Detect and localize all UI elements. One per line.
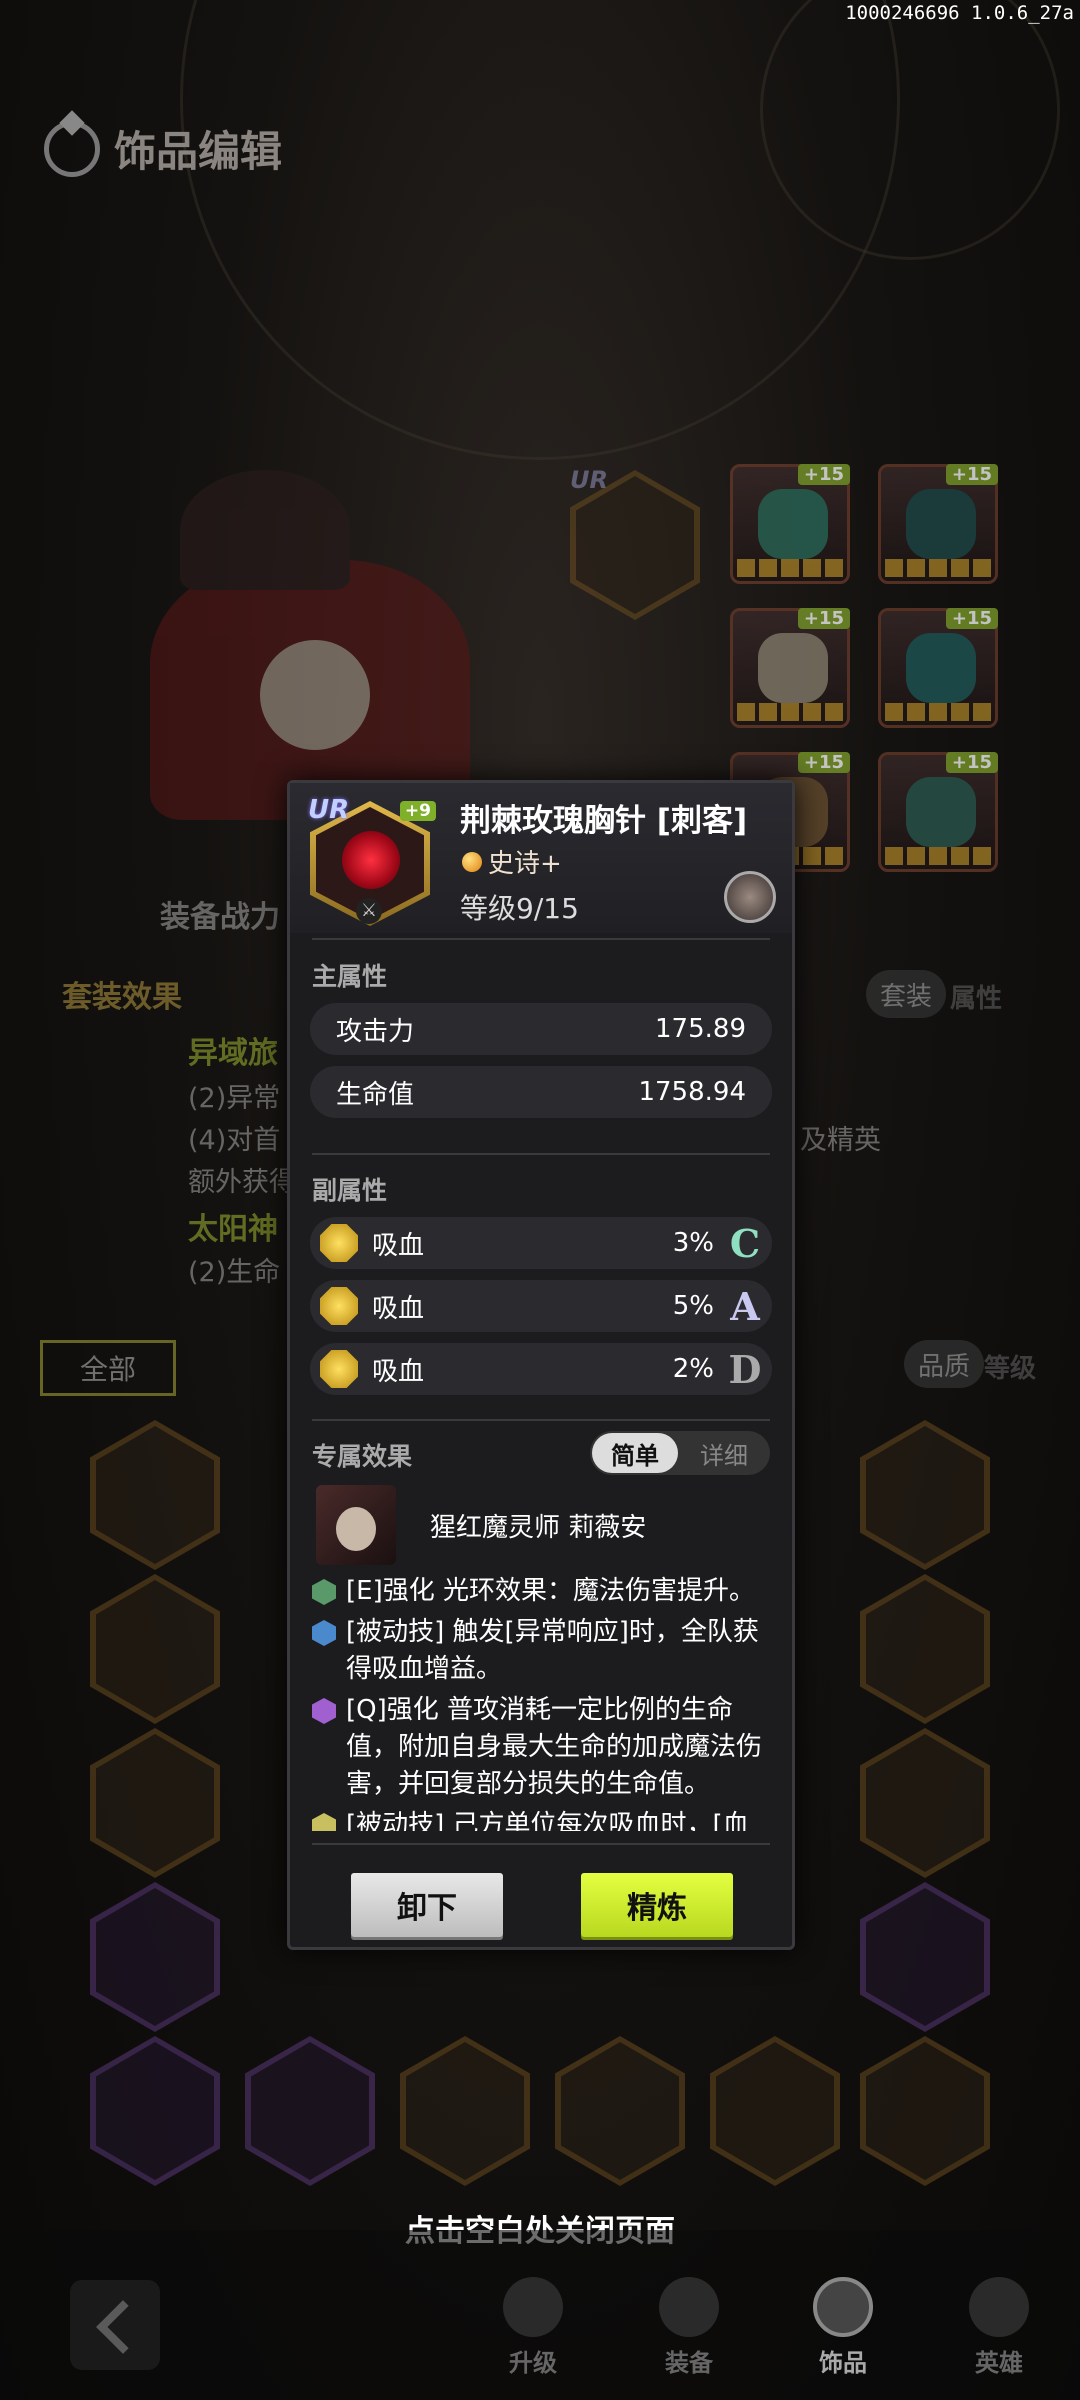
equip-slot-armor[interactable]: +15	[730, 608, 850, 728]
set-effect-label: 套装效果	[62, 980, 182, 1015]
effect-item: [E]强化 光环效果：魔法伤害提升。	[312, 1573, 770, 1610]
rose-icon	[342, 831, 400, 889]
main-attr-title: 主属性	[312, 962, 388, 991]
purple-hex-icon	[312, 1698, 336, 1724]
nav-equip[interactable]: 装备	[634, 2277, 744, 2378]
equip-slot-gloves[interactable]: +15	[878, 608, 998, 728]
nav-upgrade[interactable]: 升级	[478, 2277, 588, 2378]
set-name-1: 异域旅	[188, 1036, 278, 1071]
item-level: 等级9/15	[460, 892, 579, 925]
rarity-gem-icon	[462, 851, 482, 872]
equip-slot-boots[interactable]: +15	[878, 752, 998, 872]
refine-button[interactable]: 精炼	[581, 1873, 733, 1937]
sub-attr-row: 吸血 3% C	[310, 1217, 772, 1269]
hero-icon	[969, 2277, 1029, 2337]
set-line-extra: 额外获得	[188, 1167, 296, 1198]
set-line-2b: (2)生命	[188, 1257, 281, 1288]
divider	[312, 1153, 770, 1155]
set-name-2: 太阳神	[188, 1212, 278, 1247]
item-icon: UR +9 ⚔	[308, 795, 436, 926]
item-detail-popup: UR +9 ⚔ 荆棘玫瑰胸针 [刺客] 史诗+ 等级9/15 主属性 攻击力 17…	[287, 780, 795, 1950]
exclusive-title: 专属效果	[312, 1442, 413, 1471]
effect-item: [被动技] 触发[异常响应]时，全队获得吸血增益。	[312, 1614, 770, 1688]
owner-avatar[interactable]	[724, 871, 776, 923]
set-line-4: (4)对首	[188, 1125, 281, 1156]
set-line-2: (2)异常	[188, 1083, 281, 1114]
lifesteal-icon	[320, 1350, 358, 1388]
nav-hero[interactable]: 英雄	[944, 2277, 1054, 2378]
divider	[312, 1419, 770, 1421]
equip-slot-weapon[interactable]: +15	[730, 464, 850, 584]
yellow-hex-icon	[312, 1813, 336, 1831]
upgrade-icon	[503, 2277, 563, 2337]
enhance-level-badge: +9	[399, 801, 436, 821]
sub-attr-title: 副属性	[312, 1176, 388, 1205]
hero-name: 猩红魔灵师 莉薇安	[430, 1513, 647, 1543]
lifesteal-icon	[320, 1287, 358, 1325]
sort-quality[interactable]: 品质	[904, 1340, 985, 1388]
crossed-swords-icon: ⚔	[356, 898, 382, 924]
detail-toggle[interactable]: 简单 详细	[590, 1431, 770, 1475]
grade-label: A	[730, 1283, 760, 1329]
filter-all-tab[interactable]: 全部	[40, 1340, 176, 1396]
nav-accessory[interactable]: 饰品	[788, 2277, 898, 2378]
ring-icon	[813, 2277, 873, 2337]
page-title: 饰品编辑	[114, 127, 283, 176]
divider	[312, 1843, 770, 1845]
effect-item: [被动技] 己方单位每次吸血时，[血	[312, 1807, 770, 1831]
rarity-label: 史诗+	[462, 843, 562, 880]
effect-item: [Q]强化 普攻消耗一定比例的生命值，附加自身最大生命的加成魔法伤害，并回复部分…	[312, 1692, 770, 1803]
main-attr-row: 生命值 1758.94	[310, 1066, 772, 1118]
item-name: 荆棘玫瑰胸针 [刺客]	[460, 803, 748, 839]
grade-label: D	[728, 1346, 762, 1392]
page-header: 饰品编辑	[44, 118, 282, 179]
back-arrow-icon[interactable]	[70, 2280, 160, 2370]
lifesteal-icon	[320, 1224, 358, 1262]
sub-attr-row: 吸血 2% D	[310, 1343, 772, 1395]
set-toggle[interactable]: 套装	[866, 970, 947, 1018]
version-label: 1000246696 1.0.6_27a	[845, 2, 1074, 24]
equip-icon	[659, 2277, 719, 2337]
ur-tag: UR	[570, 466, 608, 494]
ur-badge: UR	[308, 795, 350, 825]
green-hex-icon	[312, 1579, 336, 1605]
sort-level[interactable]: 等级	[984, 1348, 1036, 1385]
effect-list[interactable]: [E]强化 光环效果：魔法伤害提升。 [被动技] 触发[异常响应]时，全队获得吸…	[312, 1573, 770, 1831]
set-line-4-end: 及精英	[800, 1125, 881, 1156]
hero-avatar	[316, 1485, 396, 1565]
blue-hex-icon	[312, 1620, 336, 1646]
grade-label: C	[729, 1220, 761, 1266]
toggle-simple[interactable]: 简单	[592, 1433, 678, 1473]
attr-toggle[interactable]: 属性	[950, 978, 1002, 1015]
unequip-button[interactable]: 卸下	[351, 1873, 503, 1937]
toggle-detail[interactable]: 详细	[678, 1436, 770, 1471]
main-attr-row: 攻击力 175.89	[310, 1003, 772, 1055]
sub-attr-row: 吸血 5% A	[310, 1280, 772, 1332]
power-label: 装备战力	[160, 900, 280, 935]
ring-icon	[44, 120, 100, 177]
bottom-navigation: 升级 装备 饰品 英雄	[0, 2230, 1080, 2400]
divider	[312, 938, 770, 940]
equip-slot-helmet[interactable]: +15	[878, 464, 998, 584]
